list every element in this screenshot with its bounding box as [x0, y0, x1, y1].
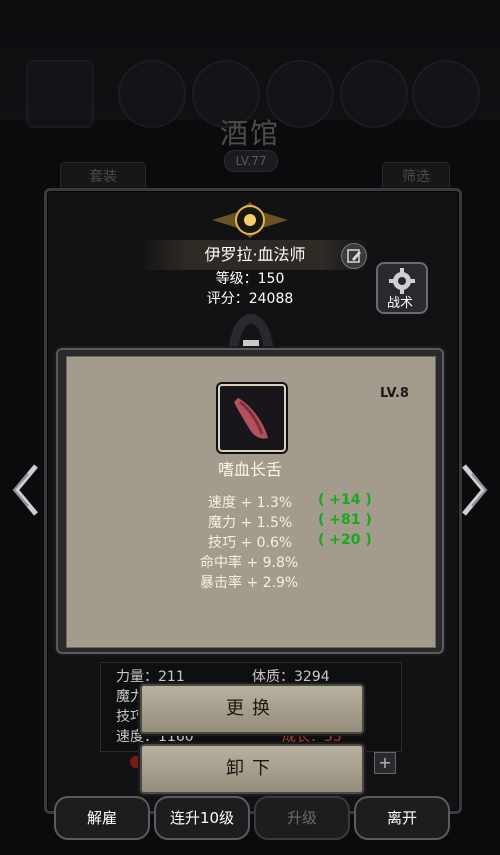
- item-name: 嗜血长舌: [217, 460, 282, 479]
- tavern-level-badge: LV.77: [224, 150, 278, 172]
- hero-level: 等级：150: [215, 271, 285, 287]
- upgrade-10-button[interactable]: 连升10级: [154, 796, 250, 840]
- tactics-label: 战术: [386, 296, 413, 311]
- hero-score: 评分：24088: [206, 291, 294, 307]
- bonus-magic-delta: ( +81 ): [318, 512, 372, 528]
- leave-button[interactable]: 离开: [354, 796, 450, 840]
- edit-name-button[interactable]: [341, 243, 367, 269]
- bonus-accuracy: 命中率 + 9.8%: [200, 555, 299, 571]
- upgrade-button[interactable]: 升级: [254, 796, 350, 840]
- unequip-button[interactable]: 卸下: [140, 744, 364, 794]
- item-slot: [218, 384, 286, 452]
- bonus-speed: 速度 + 1.3%: [208, 495, 293, 511]
- tavern-title: 酒馆: [219, 117, 280, 150]
- edit-icon: [347, 249, 361, 263]
- tongue-item-icon: [234, 398, 268, 439]
- bonus-skill: 技巧 + 0.6%: [208, 535, 293, 551]
- chevron-left-icon[interactable]: [6, 460, 46, 520]
- hero-emblem-icon: [212, 202, 288, 238]
- add-button[interactable]: +: [374, 752, 396, 774]
- item-level: LV.8: [380, 386, 409, 401]
- hero-name: 伊罗拉·血法师: [144, 240, 366, 270]
- replace-button[interactable]: 更换: [140, 684, 364, 734]
- plus-icon: +: [378, 753, 392, 772]
- bonus-magic: 魔力 + 1.5%: [208, 515, 293, 531]
- bonus-speed-delta: ( +14 ): [318, 492, 372, 508]
- attr-strength: 力量：211: [116, 669, 185, 685]
- chevron-right-icon[interactable]: [454, 460, 494, 520]
- dismiss-button[interactable]: 解雇: [54, 796, 150, 840]
- bonus-skill-delta: ( +20 ): [318, 532, 372, 548]
- attr-constitution: 体质：3294: [252, 669, 330, 685]
- bonus-crit: 暴击率 + 2.9%: [200, 575, 299, 591]
